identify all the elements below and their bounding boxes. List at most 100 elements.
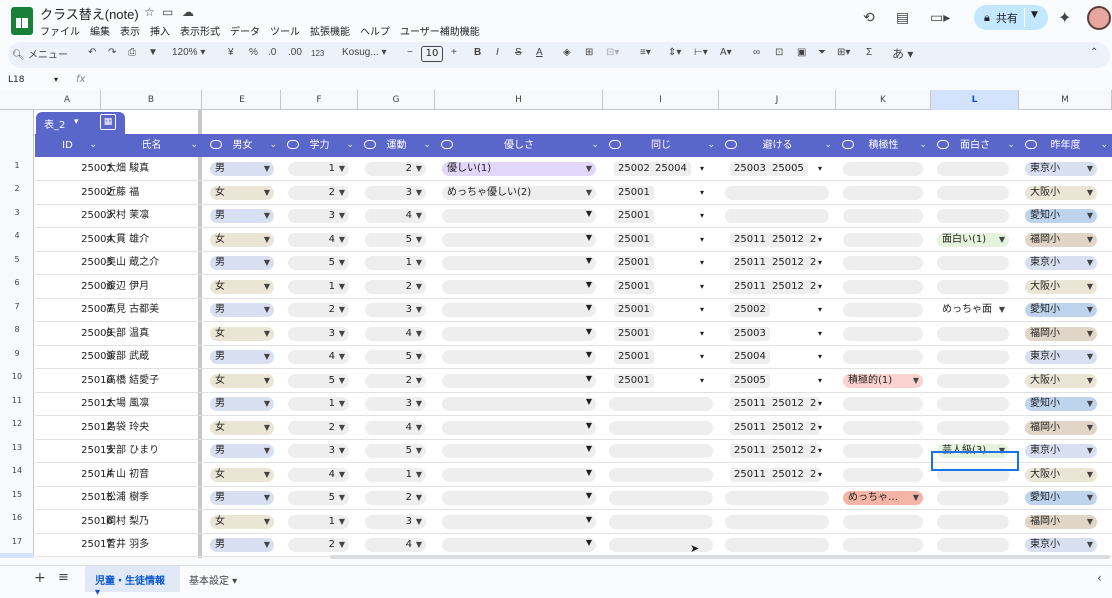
column-header[interactable]: E (204, 90, 281, 110)
pill-avoid[interactable]: 25011 (730, 232, 770, 247)
row-header[interactable]: 12 (0, 412, 34, 435)
chip-prev-school[interactable]: 愛知小 ▼ (1025, 209, 1097, 223)
menu-item[interactable]: ユーザー補助機能 (400, 23, 480, 38)
chip-same-empty[interactable] (609, 444, 713, 458)
cell-name[interactable]: 安部 ひまり (106, 439, 201, 463)
chip-kindness-empty[interactable]: ▼ (442, 420, 596, 435)
chip-sex[interactable]: 男 ▼ (210, 209, 274, 223)
row-header[interactable]: 8 (0, 318, 34, 341)
chip-sports[interactable]: 3 ▼ (365, 185, 426, 200)
pill-avoid[interactable]: 25011 (730, 279, 770, 294)
chip-funny-empty[interactable] (937, 491, 1009, 505)
column-header[interactable]: L (931, 90, 1019, 110)
chip-sports[interactable]: 4 ▼ (365, 420, 426, 435)
table-header-cell[interactable]: 同じ ⌄ (603, 134, 719, 157)
pill-avoid[interactable]: 25012 (768, 279, 808, 294)
chip-activity-empty[interactable] (843, 538, 923, 552)
font-size-increase-button[interactable]: + (451, 47, 457, 58)
sigma-icon[interactable]: Σ (866, 47, 872, 58)
row-header[interactable]: 15 (0, 483, 34, 506)
chip-activity-empty[interactable] (843, 397, 923, 411)
pill-same[interactable]: 25001 (614, 326, 654, 341)
menu-item[interactable]: ツール (270, 23, 300, 38)
chip-activity-empty[interactable] (843, 209, 923, 223)
chip-academic[interactable]: 3 ▼ (288, 326, 349, 341)
cell-name[interactable]: 菅井 羽多 (106, 533, 201, 557)
chip-same-empty[interactable] (609, 514, 713, 529)
merge-icon[interactable]: ⊟▾ (606, 47, 619, 58)
undo-icon[interactable]: ↶ (88, 47, 96, 58)
chip-academic[interactable]: 5 ▼ (288, 256, 349, 270)
chip-activity-empty[interactable] (843, 162, 923, 176)
move-folder-icon[interactable]: ▭ (162, 5, 173, 19)
pill-avoid[interactable]: 25003 (730, 162, 770, 176)
italic-icon[interactable]: I (496, 47, 499, 58)
chip-academic[interactable]: 1 ▼ (288, 514, 349, 529)
pill-same[interactable]: 25004 (651, 162, 691, 176)
name-box[interactable]: L18 (8, 75, 24, 85)
font-size-input[interactable]: 10 (421, 46, 443, 62)
font-select[interactable]: Kosug... ▾ (342, 47, 387, 58)
table-view-icon[interactable]: ⊞▾ (837, 47, 850, 58)
chip-sports[interactable]: 5 ▼ (365, 232, 426, 247)
dropdown-icon[interactable]: ▾ (818, 251, 822, 275)
table-header-cell[interactable]: 学力 ⌄ (281, 134, 358, 157)
scroll-tabs-icon[interactable]: ‹ (1097, 571, 1102, 585)
chip-avoid-empty[interactable] (725, 185, 829, 200)
dropdown-icon[interactable]: ▾ (700, 345, 704, 369)
chip-sports[interactable]: 1 ▼ (365, 467, 426, 482)
comment-add-icon[interactable]: ⊡ (775, 47, 783, 58)
chip-avoid-empty[interactable] (725, 514, 829, 529)
chip-sex[interactable]: 女 ▼ (210, 514, 274, 529)
row-header[interactable]: 3 (0, 201, 34, 224)
chip-academic[interactable]: 2 ▼ (288, 303, 349, 317)
align-icon[interactable]: ≡▾ (640, 47, 651, 58)
pill-same[interactable]: 25001 (614, 303, 654, 317)
cell-name[interactable]: 近藤 福 (106, 181, 201, 205)
chip-kindness-empty[interactable]: ▼ (442, 373, 596, 388)
cell-name[interactable]: 高橋 結愛子 (106, 369, 201, 393)
chip-kindness[interactable]: めっちゃ優しい(2) ▼ (442, 185, 596, 200)
dropdown-icon[interactable]: ▾ (700, 322, 704, 346)
chip-academic[interactable]: 1 ▼ (288, 162, 349, 176)
chip-activity-empty[interactable] (843, 514, 923, 529)
chip-sports[interactable]: 4 ▼ (365, 209, 426, 223)
chip-sports[interactable]: 4 ▼ (365, 538, 426, 552)
dropdown-icon[interactable]: ▾ (818, 439, 822, 463)
image-icon[interactable]: ▣ (797, 47, 806, 58)
zoom-select[interactable]: 120% ▾ (172, 47, 205, 58)
chip-funny-empty[interactable] (937, 420, 1009, 435)
table-header-cell[interactable]: 積極性 ⌄ (836, 134, 931, 157)
table-header-cell[interactable]: 昨年度 ⌄ (1019, 134, 1112, 157)
column-header[interactable]: F (281, 90, 358, 110)
currency-button[interactable]: ¥ (228, 47, 234, 58)
row-header[interactable]: 10 (0, 365, 34, 388)
chip-sex[interactable]: 女 ▼ (210, 467, 274, 482)
dropdown-icon[interactable]: ▾ (818, 463, 822, 487)
row-header[interactable]: 5 (0, 248, 34, 271)
menu-item[interactable]: 挿入 (150, 23, 170, 38)
dropdown-icon[interactable]: ▾ (818, 298, 822, 322)
pill-avoid[interactable]: 25012 (768, 232, 808, 247)
table-menu-icon[interactable]: ▾ (74, 117, 79, 127)
chip-funny[interactable]: めっちゃ面 ▼ (937, 303, 1009, 317)
chip-kindness-empty[interactable]: ▼ (442, 232, 596, 247)
chip-academic[interactable]: 4 ▼ (288, 467, 349, 482)
wrap-icon[interactable]: ⊢▾ (694, 47, 708, 58)
chip-funny-empty[interactable] (937, 256, 1009, 270)
header-dropdown-icon[interactable]: ⌄ (190, 134, 198, 157)
chip-activity-empty[interactable] (843, 444, 923, 458)
chip-prev-school[interactable]: 福岡小 ▼ (1025, 514, 1097, 529)
chip-sports[interactable]: 3 ▼ (365, 514, 426, 529)
chip-prev-school[interactable]: 東京小 ▼ (1025, 350, 1097, 364)
menu-search[interactable]: 🔍︎ メニュー (12, 46, 76, 63)
cell-name[interactable]: 沢村 茉凛 (106, 204, 201, 228)
chip-same-empty[interactable] (609, 491, 713, 505)
column-header[interactable]: H (435, 90, 603, 110)
dropdown-icon[interactable]: ▾ (700, 275, 704, 299)
chip-funny-empty[interactable] (937, 279, 1009, 294)
chip-academic[interactable]: 2 ▼ (288, 538, 349, 552)
cell-name[interactable]: 矢部 温真 (106, 322, 201, 346)
video-icon[interactable]: ▭▸ (930, 10, 950, 26)
chip-sports[interactable]: 4 ▼ (365, 326, 426, 341)
